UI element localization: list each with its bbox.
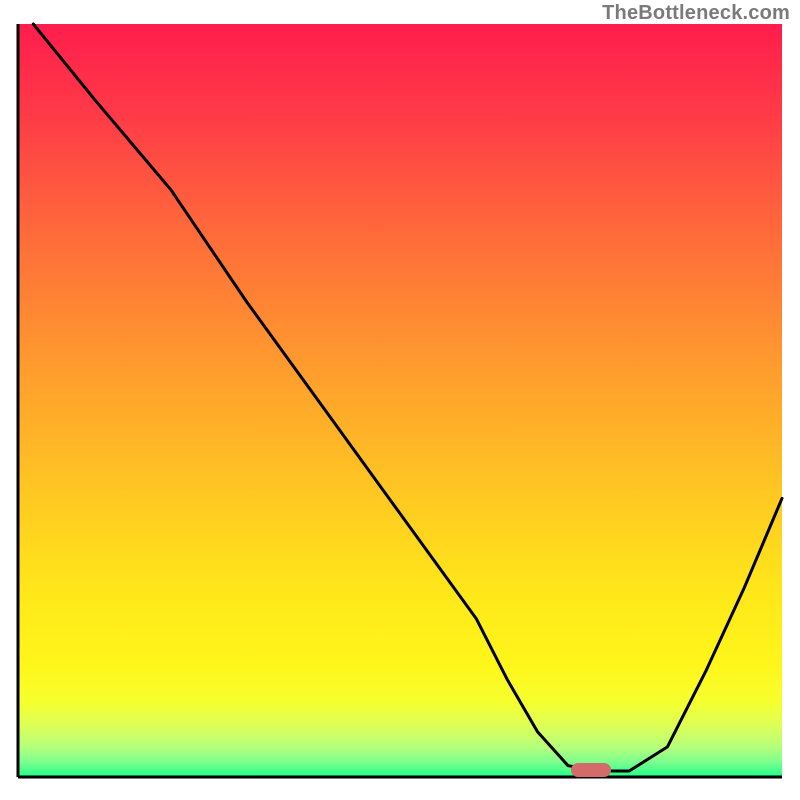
plot-background [18, 24, 782, 777]
optimum-marker [571, 763, 611, 777]
watermark-text: TheBottleneck.com [602, 2, 790, 25]
chart-container: TheBottleneck.com [0, 0, 800, 800]
bottleneck-chart [0, 0, 800, 800]
